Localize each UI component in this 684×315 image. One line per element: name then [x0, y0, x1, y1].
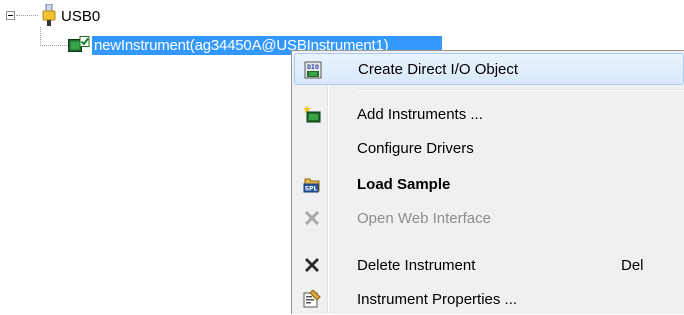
menu-item-add-instruments[interactable]: Add Instruments ...	[294, 98, 684, 130]
menu-item-label: Create Direct I/O Object	[358, 60, 519, 78]
menu-item-label: Add Instruments ...	[357, 105, 483, 123]
shortcut-label: Del	[621, 256, 644, 274]
svg-text:DIO: DIO	[307, 63, 319, 71]
menu-item-label: Instrument Properties ...	[357, 290, 518, 308]
menu-item-instrument-properties[interactable]: Instrument Properties ...	[294, 283, 684, 315]
instrument-connected-icon	[68, 36, 90, 52]
menu-item-label: Load Sample	[357, 175, 451, 193]
tree-connector-line	[16, 15, 38, 16]
tree-connector-line	[40, 27, 41, 46]
menu-item-delete-instrument[interactable]: Delete Instrument Del	[294, 249, 684, 281]
collapse-toggle-icon[interactable]	[6, 11, 15, 20]
menu-item-label: Configure Drivers	[357, 139, 474, 157]
svg-text:SPL: SPL	[305, 186, 318, 193]
menu-item-open-web-interface[interactable]: Open Web Interface	[294, 202, 684, 234]
tree-node-usb0[interactable]: USB0	[61, 8, 100, 25]
menu-item-configure-drivers[interactable]: Configure Drivers	[294, 132, 684, 164]
menu-item-label: Delete Instrument	[357, 256, 476, 274]
tree-connector-line	[40, 45, 67, 46]
menu-separator	[357, 89, 684, 91]
properties-icon	[303, 290, 321, 308]
menu-item-load-sample[interactable]: SPL Load Sample	[294, 168, 684, 200]
direct-io-icon: DIO	[304, 61, 322, 79]
usb-plug-icon	[42, 4, 56, 26]
web-interface-icon	[304, 210, 320, 226]
add-instrument-icon	[303, 105, 321, 123]
spl-load-icon: SPL	[303, 178, 320, 193]
delete-icon	[305, 258, 319, 272]
menu-item-label: Open Web Interface	[357, 209, 491, 227]
menu-item-create-direct-io[interactable]: DIO Create Direct I/O Object	[294, 53, 684, 85]
context-menu: DIO Create Direct I/O Object Add Instrum…	[291, 50, 684, 314]
